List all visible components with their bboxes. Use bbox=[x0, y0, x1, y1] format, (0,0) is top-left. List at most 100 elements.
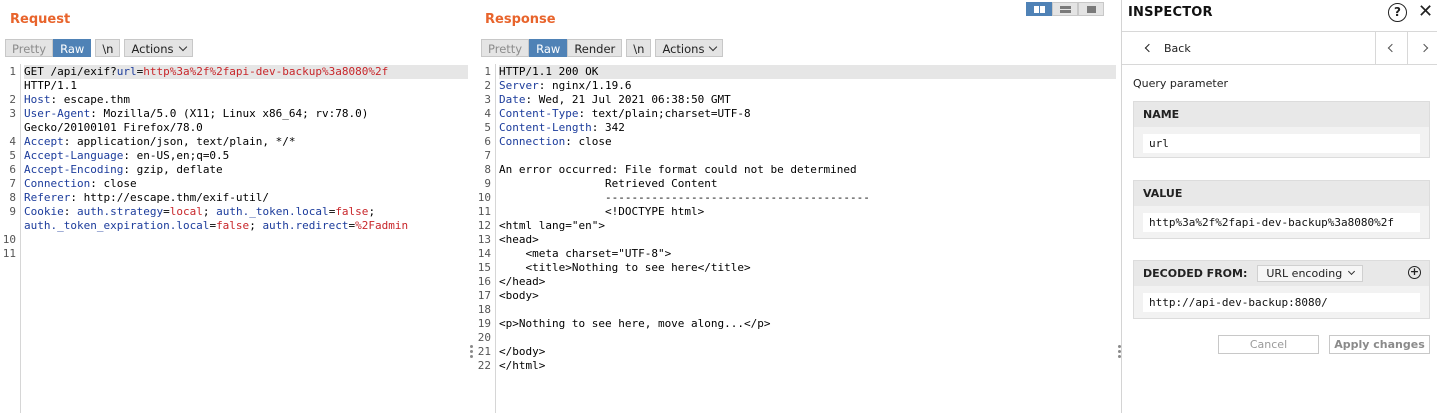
decoded-value-input[interactable]: http://api-dev-backup:8080/ bbox=[1143, 293, 1420, 312]
rows-icon bbox=[1059, 5, 1071, 13]
line-number: 2 bbox=[484, 79, 491, 92]
line-number: 16 bbox=[477, 275, 491, 288]
inspector-header: INSPECTOR ? ✕ bbox=[1122, 0, 1437, 28]
token-text: HTTP/1.1 bbox=[24, 79, 77, 92]
token-text: : text/plain;charset=UTF-8 bbox=[578, 107, 751, 120]
request-pretty-button[interactable]: Pretty bbox=[5, 39, 54, 57]
layout-side-by-side-button[interactable] bbox=[1026, 2, 1052, 16]
value-field-box: VALUE http%3a%2f%2fapi-dev-backup%3a8080… bbox=[1133, 180, 1430, 239]
response-newline-button[interactable]: \n bbox=[626, 39, 652, 57]
line-number: 1 bbox=[9, 65, 16, 78]
response-actions-dropdown[interactable]: Actions bbox=[655, 39, 724, 57]
layout-stacked-button[interactable] bbox=[1052, 2, 1078, 16]
code-line: Accept-Encoding: gzip, deflate bbox=[24, 163, 223, 177]
token-text: Gecko/20100101 Firefox/78.0 bbox=[24, 121, 203, 134]
grip-dot bbox=[470, 350, 473, 353]
token-key: url bbox=[116, 65, 137, 78]
code-line: Connection: close bbox=[499, 135, 612, 149]
token-value: http%3a%2f%2fapi-dev-backup%3a8080%2f bbox=[143, 65, 389, 78]
line-number: 13 bbox=[477, 233, 491, 246]
value-input[interactable]: http%3a%2f%2fapi-dev-backup%3a8080%2f bbox=[1143, 213, 1420, 232]
token-text: : Mozilla/5.0 (X11; Linux x86_64; rv:78.… bbox=[90, 107, 369, 120]
value-label: VALUE bbox=[1134, 181, 1429, 206]
token-key: Host bbox=[24, 93, 51, 106]
code-line: Connection: close bbox=[24, 177, 137, 191]
token-text: : application/json, text/plain, */* bbox=[63, 135, 296, 148]
code-line: <body> bbox=[499, 289, 539, 303]
request-title: Request bbox=[10, 12, 71, 27]
back-button[interactable]: Back bbox=[1122, 32, 1372, 64]
grip-dot bbox=[1118, 350, 1121, 353]
name-input[interactable]: url bbox=[1143, 134, 1420, 153]
code-line: <html lang="en"> bbox=[499, 219, 605, 233]
line-number: 4 bbox=[9, 135, 16, 148]
line-number: 6 bbox=[9, 163, 16, 176]
token-key: Connection bbox=[24, 177, 91, 190]
token-text: Retrieved Content bbox=[499, 177, 718, 190]
line-number: 21 bbox=[477, 345, 491, 358]
response-title: Response bbox=[485, 12, 556, 27]
line-number: 9 bbox=[484, 177, 491, 190]
line-number: 7 bbox=[9, 177, 16, 190]
line-number: 14 bbox=[477, 247, 491, 260]
code-line: Retrieved Content bbox=[499, 177, 718, 191]
response-pretty-button[interactable]: Pretty bbox=[481, 39, 530, 57]
response-toolbar: Pretty Raw Render \n Actions bbox=[481, 39, 724, 57]
grip-dot bbox=[1118, 345, 1121, 348]
code-line: Date: Wed, 21 Jul 2021 06:38:50 GMT bbox=[499, 93, 731, 107]
token-value: false bbox=[335, 205, 369, 218]
line-number: 3 bbox=[9, 107, 16, 120]
code-line: </body> bbox=[499, 345, 545, 359]
response-editor[interactable]: 1 2 3 4 5 6 7 8 9 10 11 12 13 14 15 16 17 18 19 20 21 22 HTTP… bbox=[476, 64, 1116, 413]
grip-dot bbox=[1118, 355, 1121, 358]
back-label: Back bbox=[1164, 41, 1191, 55]
code-line: auth._token_expiration.local=false; auth… bbox=[24, 219, 408, 233]
code-line: User-Agent: Mozilla/5.0 (X11; Linux x86_… bbox=[24, 107, 368, 121]
response-render-button[interactable]: Render bbox=[567, 39, 623, 57]
apply-changes-button[interactable]: Apply changes bbox=[1329, 335, 1430, 354]
token-text: An error occurred: File format could not… bbox=[499, 163, 857, 176]
token-text: : close bbox=[565, 135, 612, 148]
request-toolbar: Pretty Raw \n Actions bbox=[5, 39, 193, 57]
token-key: auth._token.local bbox=[216, 205, 329, 218]
token-key: Referer bbox=[24, 191, 71, 204]
encoding-value: URL encoding bbox=[1266, 267, 1343, 280]
encoding-dropdown[interactable]: URL encoding bbox=[1257, 265, 1364, 282]
layout-toggle bbox=[1026, 2, 1104, 16]
line-number: 5 bbox=[9, 149, 16, 162]
add-decoding-icon[interactable]: + bbox=[1408, 266, 1421, 279]
request-gutter: 1 2 3 4 5 6 7 8 9 10 11 bbox=[0, 64, 21, 413]
line-number: 10 bbox=[2, 233, 16, 246]
name-label: NAME bbox=[1134, 102, 1429, 127]
request-actions-dropdown[interactable]: Actions bbox=[124, 39, 193, 57]
request-newline-button[interactable]: \n bbox=[95, 39, 121, 57]
line-number: 15 bbox=[477, 261, 491, 274]
token-text: <meta charset="UTF-8"> bbox=[499, 247, 672, 260]
next-item-button[interactable] bbox=[1407, 32, 1437, 64]
code-line: Referer: http://escape.thm/exif-util/ bbox=[24, 191, 269, 205]
token-text: HTTP/1.1 200 OK bbox=[499, 65, 599, 78]
response-raw-button[interactable]: Raw bbox=[529, 39, 568, 57]
line-number: 12 bbox=[477, 219, 491, 232]
close-icon[interactable]: ✕ bbox=[1418, 3, 1434, 21]
line-number: 17 bbox=[477, 289, 491, 302]
pane-splitter-handle[interactable] bbox=[468, 0, 476, 413]
token-key: Server bbox=[499, 79, 539, 92]
request-raw-button[interactable]: Raw bbox=[53, 39, 92, 57]
request-editor[interactable]: 1 2 3 4 5 6 7 8 9 10 11 GET /api/exif?url=http%3a%… bbox=[0, 64, 468, 413]
token-key: Accept-Language bbox=[24, 149, 124, 162]
layout-single-button[interactable] bbox=[1078, 2, 1104, 16]
previous-item-button[interactable] bbox=[1375, 32, 1407, 64]
decoded-header: DECODED FROM: URL encoding + bbox=[1134, 261, 1429, 286]
token-key: Accept-Encoding bbox=[24, 163, 124, 176]
cancel-button[interactable]: Cancel bbox=[1218, 335, 1319, 354]
code-line: GET /api/exif?url=http%3a%2f%2fapi-dev-b… bbox=[24, 65, 468, 79]
token-key: Cookie bbox=[24, 205, 64, 218]
grip-dot bbox=[470, 345, 473, 348]
response-view-mode: Pretty Raw Render bbox=[481, 39, 623, 57]
inspector-panel: INSPECTOR ? ✕ Back Query parameter NAME … bbox=[1122, 0, 1437, 413]
response-gutter: 1 2 3 4 5 6 7 8 9 10 11 12 13 14 15 16 17 18 19 20 21 22 bbox=[476, 64, 496, 413]
help-icon[interactable]: ? bbox=[1388, 3, 1407, 22]
chevron-left-icon bbox=[1144, 43, 1154, 53]
line-number: 10 bbox=[477, 191, 491, 204]
